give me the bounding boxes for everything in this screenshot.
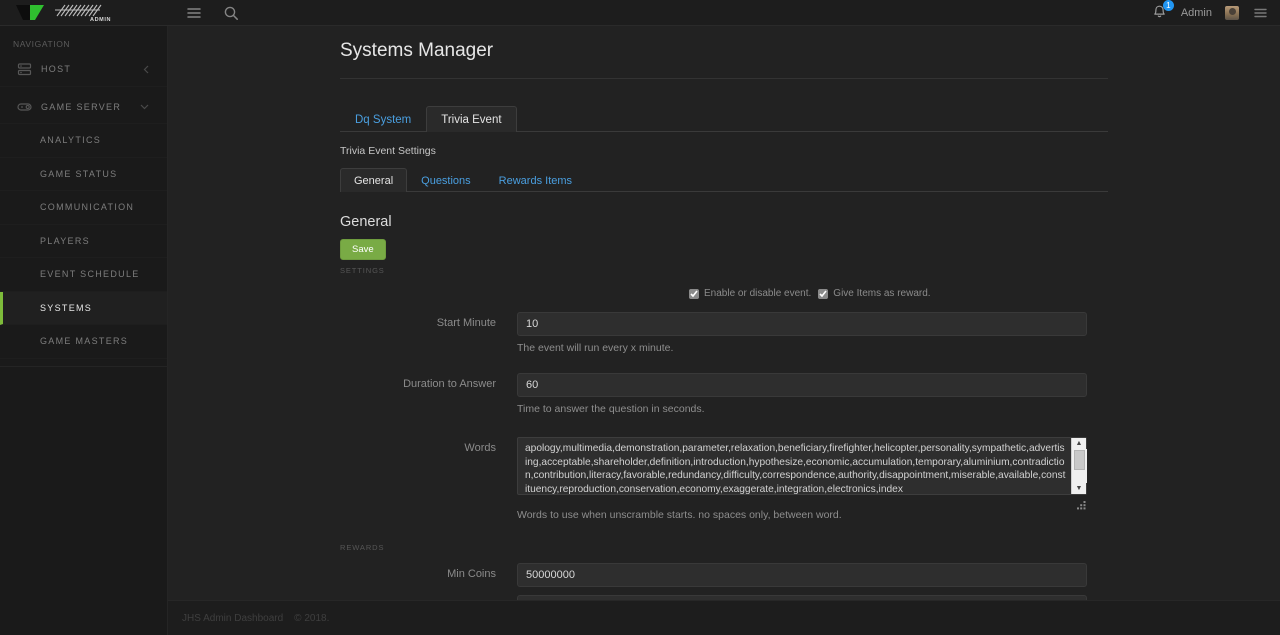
enable-event-label[interactable]: Enable or disable event.: [704, 288, 811, 299]
chevron-down-icon: [140, 104, 149, 110]
sidebar-item-label: HOST: [41, 64, 72, 75]
min-coins-label: Min Coins: [447, 568, 496, 580]
checkbox-row: Enable or disable event. Give Items as r…: [689, 288, 1280, 299]
save-button[interactable]: Save: [340, 239, 386, 260]
top-bar: ADMIN 1 Admin: [0, 0, 1280, 26]
main-content: Systems Manager Dq System Trivia Event T…: [168, 26, 1280, 635]
sidebar-item-players[interactable]: PLAYERS: [0, 225, 167, 258]
sub-tab-bar: General Questions Rewards Items: [340, 167, 1108, 192]
tab-trivia-event[interactable]: Trivia Event: [426, 106, 517, 132]
sidebar: NAVIGATION HOST GAME SERVER ANALYTICS GA…: [0, 26, 168, 635]
page-title: Systems Manager: [340, 40, 494, 61]
give-items-label[interactable]: Give Items as reward.: [833, 288, 930, 299]
sidebar-item-label: GAME SERVER: [41, 101, 122, 112]
footer-text: JHS Admin Dashboard: [182, 612, 284, 624]
avatar[interactable]: [1225, 5, 1239, 20]
sidebar-item-host[interactable]: HOST: [0, 53, 167, 87]
min-coins-input[interactable]: [517, 563, 1087, 587]
scrollbar-track[interactable]: [1071, 449, 1087, 483]
words-scrollbar[interactable]: ▲ ▼: [1071, 438, 1087, 494]
footer-copyright: © 2018.: [294, 612, 330, 624]
hamburger-icon[interactable]: [186, 5, 202, 21]
sidebar-item-label: COMMUNICATION: [40, 202, 135, 213]
trivia-event-settings-label: Trivia Event Settings: [340, 145, 436, 157]
general-heading: General: [340, 214, 392, 230]
sidebar-item-label: GAME STATUS: [40, 168, 118, 179]
enable-event-checkbox-group[interactable]: Enable or disable event.: [689, 288, 811, 299]
sidebar-item-label: EVENT SCHEDULE: [40, 269, 140, 280]
words-help: Words to use when unscramble starts. no …: [517, 509, 842, 521]
sidebar-item-event-schedule[interactable]: EVENT SCHEDULE: [0, 258, 167, 292]
scroll-up-icon[interactable]: ▲: [1072, 438, 1087, 449]
scroll-down-icon[interactable]: ▼: [1072, 483, 1087, 494]
brand-logo[interactable]: ADMIN: [0, 0, 168, 26]
hamburger-icon[interactable]: [1252, 5, 1268, 21]
tab-questions[interactable]: Questions: [407, 168, 485, 192]
notification-badge: 1: [1162, 0, 1174, 11]
main-tab-bar: Dq System Trivia Event: [340, 105, 1108, 132]
gamepad-icon: [17, 103, 32, 111]
footer: JHS Admin Dashboard © 2018.: [168, 600, 1280, 635]
sidebar-divider: [0, 366, 168, 367]
nav-heading: NAVIGATION: [13, 39, 71, 49]
words-textarea[interactable]: apology,multimedia,demonstration,paramet…: [517, 437, 1087, 495]
sidebar-item-label: SYSTEMS: [40, 302, 93, 313]
admin-label: Admin: [1180, 6, 1212, 19]
words-row: Words apology,multimedia,demonstration,p…: [168, 437, 1280, 521]
tab-rewards-items[interactable]: Rewards Items: [485, 168, 586, 192]
chevron-left-icon: [143, 65, 149, 74]
notifications-button[interactable]: 1: [1151, 0, 1174, 21]
duration-to-answer-input[interactable]: [517, 373, 1087, 397]
sidebar-item-game-status[interactable]: GAME STATUS: [0, 158, 167, 191]
sidebar-item-game-server[interactable]: GAME SERVER: [0, 91, 167, 124]
sidebar-item-game-masters[interactable]: GAME MASTERS: [0, 325, 167, 359]
give-items-checkbox[interactable]: [818, 288, 829, 299]
rewards-section-label: REWARDS: [340, 543, 385, 552]
scrollbar-thumb[interactable]: [1073, 450, 1085, 470]
server-icon: [17, 63, 32, 75]
duration-to-answer-help: Time to answer the question in seconds.: [517, 403, 705, 415]
start-minute-input[interactable]: [517, 312, 1087, 336]
sidebar-item-label: ANALYTICS: [40, 135, 102, 146]
enable-event-checkbox[interactable]: [689, 288, 699, 299]
title-divider: [340, 78, 1108, 79]
sidebar-item-communication[interactable]: COMMUNICATION: [0, 191, 167, 225]
give-items-checkbox-group[interactable]: Give Items as reward.: [818, 288, 931, 299]
jh5-logo-icon: [16, 5, 44, 20]
tab-general[interactable]: General: [340, 168, 408, 192]
words-label: Words: [464, 442, 496, 454]
start-minute-row: Start Minute The event will run every x …: [168, 312, 1280, 354]
sidebar-item-label: GAME MASTERS: [40, 336, 129, 347]
sidebar-item-analytics[interactable]: ANALYTICS: [0, 124, 167, 158]
duration-to-answer-label: Duration to Answer: [403, 378, 496, 390]
settings-section-label: SETTINGS: [340, 266, 385, 275]
sidebar-item-systems[interactable]: SYSTEMS: [0, 291, 167, 325]
resize-grip-icon[interactable]: [1077, 501, 1086, 510]
start-minute-help: The event will run every x minute.: [517, 342, 674, 354]
search-icon[interactable]: [223, 5, 239, 21]
logo-wordmark: ADMIN: [55, 4, 111, 22]
tab-dq-system[interactable]: Dq System: [340, 106, 426, 132]
duration-to-answer-row: Duration to Answer Time to answer the qu…: [168, 373, 1280, 415]
sidebar-item-label: PLAYERS: [40, 235, 90, 246]
start-minute-label: Start Minute: [436, 317, 496, 329]
svg-text:ADMIN: ADMIN: [90, 17, 111, 22]
min-coins-row: Min Coins: [168, 563, 1280, 587]
